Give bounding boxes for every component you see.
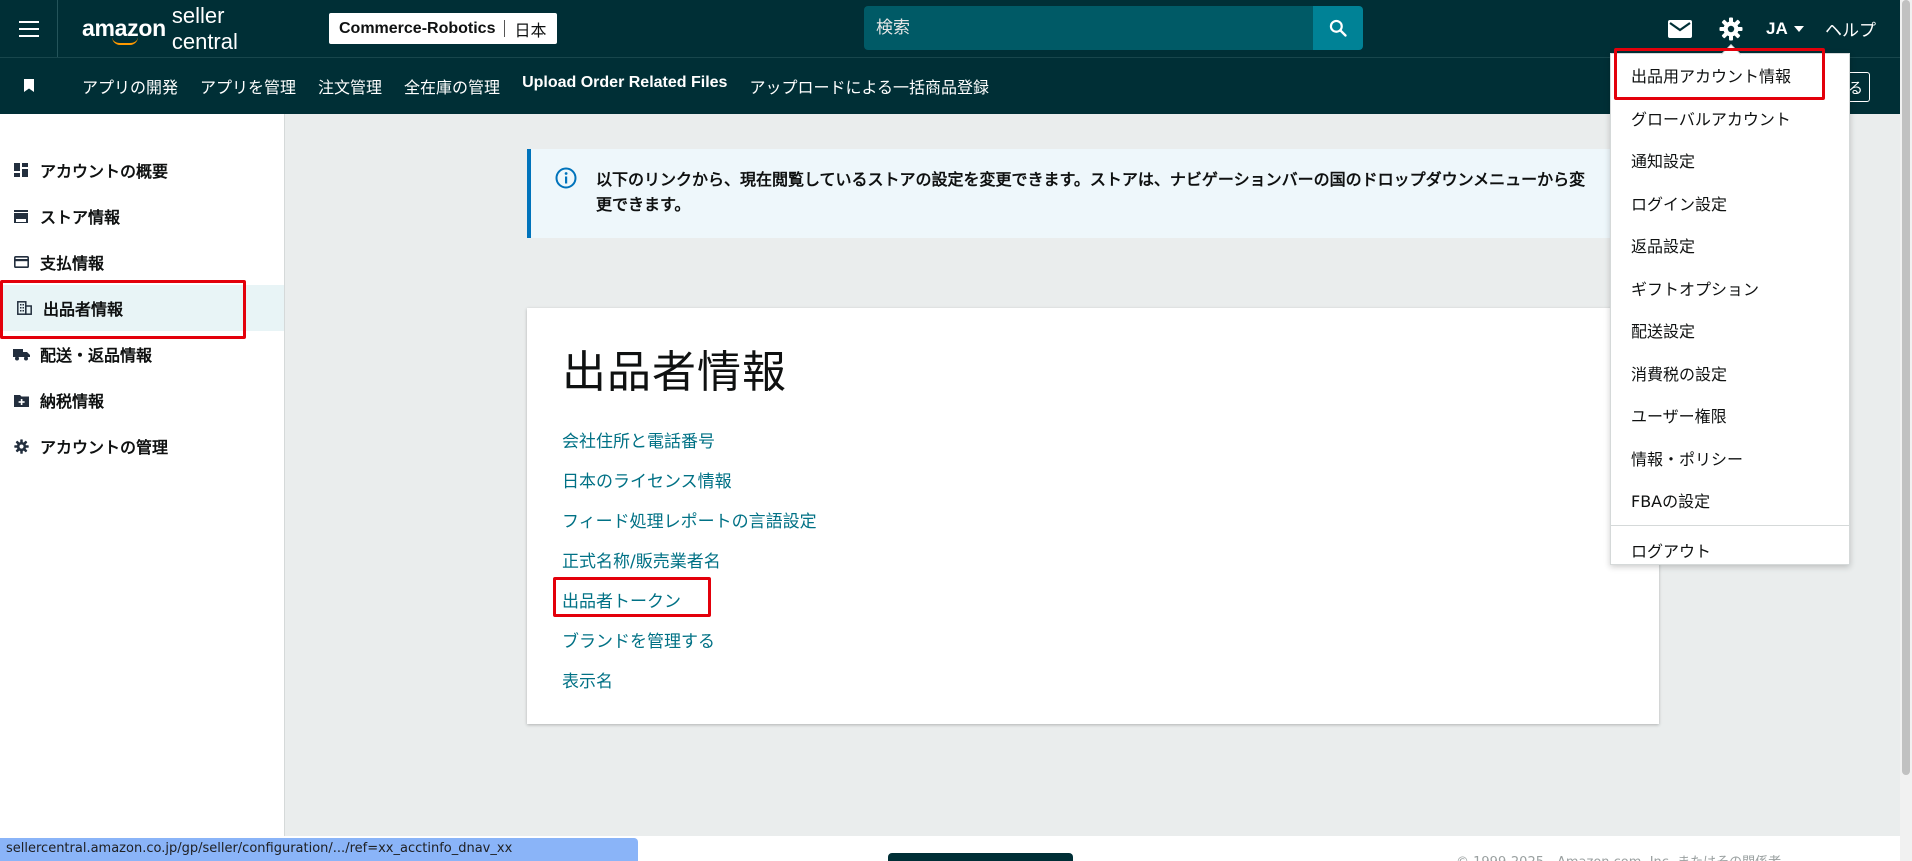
nav-link-upload-order-files[interactable]: Upload Order Related Files [522,74,727,98]
store-icon [12,207,30,225]
search-input[interactable] [864,6,1313,50]
sidebar-item-label: アカウントの概要 [40,162,169,181]
info-icon [555,167,577,189]
menu-item-info-policies[interactable]: 情報・ポリシー [1611,437,1849,480]
info-alert: 以下のリンクから、現在閲覧しているストアの設定を変更できます。ストアは、ナビゲー… [527,149,1627,238]
link-seller-token[interactable]: 出品者トークン [562,582,1624,622]
bookmark-icon [24,79,34,92]
seller-info-links: 会社住所と電話番号 日本のライセンス情報 フィード処理レポートの言語設定 正式名… [562,422,1624,702]
link-legal-name[interactable]: 正式名称/販売業者名 [562,542,1624,582]
link-manage-brands[interactable]: ブランドを管理する [562,622,1624,662]
mail-icon [1668,19,1692,38]
language-selector[interactable]: JA [1766,0,1804,57]
sidebar-item-seller-info[interactable]: 出品者情報 [0,285,284,331]
help-link[interactable]: ヘルプ [1825,0,1876,57]
nav-link-inventory[interactable]: 全在庫の管理 [404,74,500,98]
bookmark-button[interactable] [0,79,58,93]
sidebar-item-label: 配送・返品情報 [40,346,153,365]
tax-folder-icon [12,391,30,409]
nav-link-manage-apps[interactable]: アプリを管理 [200,74,296,98]
store-divider [504,20,506,37]
gear-icon [1719,17,1743,40]
browser-status-url: sellercentral.amazon.co.jp/gp/seller/con… [0,838,638,861]
seller-central-logo[interactable]: amazon seller central [82,0,292,57]
sidebar-item-tax-info[interactable]: 納税情報 [0,377,284,423]
nav-link-orders[interactable]: 注文管理 [318,74,382,98]
language-label: JA [1766,18,1788,38]
chevron-down-icon [1793,25,1804,32]
sidebar-item-account-management[interactable]: アカウントの管理 [0,423,284,469]
scrollbar-thumb[interactable] [1902,0,1910,775]
logo-subtitle: seller central [171,2,238,54]
menu-item-user-permissions[interactable]: ユーザー権限 [1611,394,1849,437]
menu-item-notification-settings[interactable]: 通知設定 [1611,139,1849,182]
sidebar-item-account-overview[interactable]: アカウントの概要 [0,147,284,193]
sidebar-item-store-info[interactable]: ストア情報 [0,193,284,239]
sidebar-item-label: 支払情報 [40,254,105,273]
sidebar-item-label: 納税情報 [40,392,105,411]
amazon-smile-icon [112,37,138,45]
sidebar-item-payment-info[interactable]: 支払情報 [0,239,284,285]
menu-item-shipping-settings[interactable]: 配送設定 [1611,309,1849,352]
store-switcher[interactable]: Commerce-Robotics 日本 [329,13,557,44]
dashboard-icon [12,161,30,179]
menu-item-gift-options[interactable]: ギフトオプション [1611,267,1849,310]
menu-item-global-account[interactable]: グローバルアカウント [1611,97,1849,140]
info-message: 以下のリンクから、現在閲覧しているストアの設定を変更できます。ストアは、ナビゲー… [596,170,1586,214]
seller-info-card: 出品者情報 会社住所と電話番号 日本のライセンス情報 フィード処理レポートの言語… [527,308,1659,724]
mail-button[interactable] [1668,0,1692,57]
link-feed-report-language[interactable]: フィード処理レポートの言語設定 [562,502,1624,542]
store-country: 日本 [514,20,547,40]
sidebar-item-label: ストア情報 [40,208,121,227]
link-japan-license-info[interactable]: 日本のライセンス情報 [562,462,1624,502]
nav-link-bulk-upload[interactable]: アップロードによる一括商品登録 [749,74,989,98]
sidebar-item-label: 出品者情報 [43,300,124,319]
building-icon [15,299,33,317]
credit-card-icon [12,253,30,271]
sidebar: アカウントの概要 ストア情報 支払情報 出品者情報 配送・返品情報 納税情報 ア… [0,114,285,836]
menu-item-fba-settings[interactable]: FBAの設定 [1611,479,1849,522]
link-company-address-phone[interactable]: 会社住所と電話番号 [562,422,1624,462]
search-button[interactable] [1313,6,1363,50]
menu-item-tax-settings[interactable]: 消費税の設定 [1611,352,1849,395]
footer-copyright: © 1999-2025、Amazon.com, Inc. またはその関係者 [1456,851,1781,861]
menu-icon[interactable] [0,0,58,57]
nav-link-app-development[interactable]: アプリの開発 [82,74,178,98]
menu-item-logout[interactable]: ログアウト [1611,529,1849,572]
page-title: 出品者情報 [562,347,787,398]
sidebar-item-shipping-returns[interactable]: 配送・返品情報 [0,331,284,377]
menu-item-return-settings[interactable]: 返品設定 [1611,224,1849,267]
dropdown-divider [1611,524,1849,526]
search-icon [1329,19,1347,37]
search-bar [864,6,1363,50]
link-display-name[interactable]: 表示名 [562,662,1624,702]
sidebar-item-label: アカウントの管理 [40,438,169,457]
store-name: Commerce-Robotics [339,19,496,37]
gear-icon [12,437,30,455]
menu-item-login-settings[interactable]: ログイン設定 [1611,182,1849,225]
footer-button[interactable] [888,853,1073,861]
truck-icon [12,345,30,363]
settings-dropdown-menu: 出品用アカウント情報 グローバルアカウント 通知設定 ログイン設定 返品設定 ギ… [1610,44,1850,565]
